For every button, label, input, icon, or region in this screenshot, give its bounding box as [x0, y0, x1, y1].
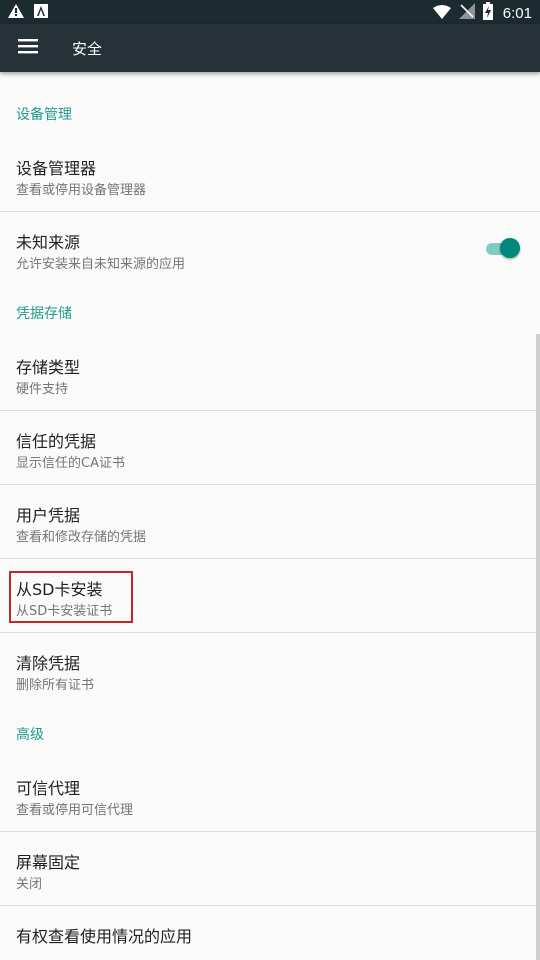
hamburger-menu-icon: [18, 38, 38, 58]
status-left-icons: [8, 3, 48, 22]
item-title: 屏幕固定: [16, 853, 81, 872]
item-title: 信任的凭据: [16, 432, 97, 451]
wifi-icon: [432, 4, 451, 23]
list-item-unknown-sources[interactable]: 未知来源 允许安装来自未知来源的应用: [0, 212, 540, 285]
section-header-advanced: 高级: [16, 727, 44, 743]
item-summary: 查看或停用设备管理器: [16, 183, 147, 198]
settings-list: 设备管理 设备管理器 查看或停用设备管理器 未知来源 允许安装来自未知来源的应用…: [0, 72, 540, 960]
item-summary: 查看和修改存储的凭据: [16, 530, 147, 545]
toggle-thumb: [500, 238, 520, 258]
status-bar: 6:01: [0, 0, 540, 24]
app-bar: 安全: [0, 24, 540, 72]
list-item-clear-credentials[interactable]: 清除凭据 删除所有证书: [0, 633, 540, 706]
list-item-screen-pinning[interactable]: 屏幕固定 关闭: [0, 832, 540, 905]
list-item-storage-type[interactable]: 存储类型 硬件支持: [0, 337, 540, 410]
warning-icon: [8, 3, 24, 22]
battery-charging-icon: [482, 2, 493, 24]
list-item-usage-access[interactable]: 有权查看使用情况的应用: [0, 906, 540, 960]
item-summary: 关闭: [16, 877, 43, 892]
item-title: 可信代理: [16, 779, 81, 798]
list-item-user-credentials[interactable]: 用户凭据 查看和修改存储的凭据: [0, 485, 540, 558]
item-title: 存储类型: [16, 358, 81, 377]
highlight-box: [9, 571, 133, 623]
item-summary: 删除所有证书: [16, 678, 95, 693]
item-title: 未知来源: [16, 233, 81, 252]
unknown-sources-toggle[interactable]: [486, 238, 522, 260]
list-item-trust-agents[interactable]: 可信代理 查看或停用可信代理: [0, 758, 540, 831]
menu-button[interactable]: [10, 32, 46, 64]
item-title: 清除凭据: [16, 654, 81, 673]
list-item-device-administrators[interactable]: 设备管理器 查看或停用设备管理器: [0, 138, 540, 211]
item-summary: 显示信任的CA证书: [16, 456, 125, 471]
section-header-credential-storage: 凭据存储: [16, 306, 72, 322]
scrollbar[interactable]: [536, 334, 540, 960]
item-title: 用户凭据: [16, 506, 81, 525]
section-header-device-admin: 设备管理: [16, 107, 72, 123]
item-summary: 查看或停用可信代理: [16, 803, 134, 818]
item-summary: 允许安装来自未知来源的应用: [16, 257, 186, 272]
list-item-trusted-credentials[interactable]: 信任的凭据 显示信任的CA证书: [0, 411, 540, 484]
status-time: 6:01: [502, 4, 532, 22]
item-title: 设备管理器: [16, 159, 97, 178]
item-summary: 硬件支持: [16, 382, 69, 397]
page-title: 安全: [72, 40, 103, 58]
status-right-icons: 6:01: [432, 2, 532, 24]
notification-a-icon: [34, 3, 48, 22]
item-title: 有权查看使用情况的应用: [16, 927, 193, 946]
no-signal-icon: [458, 3, 475, 23]
